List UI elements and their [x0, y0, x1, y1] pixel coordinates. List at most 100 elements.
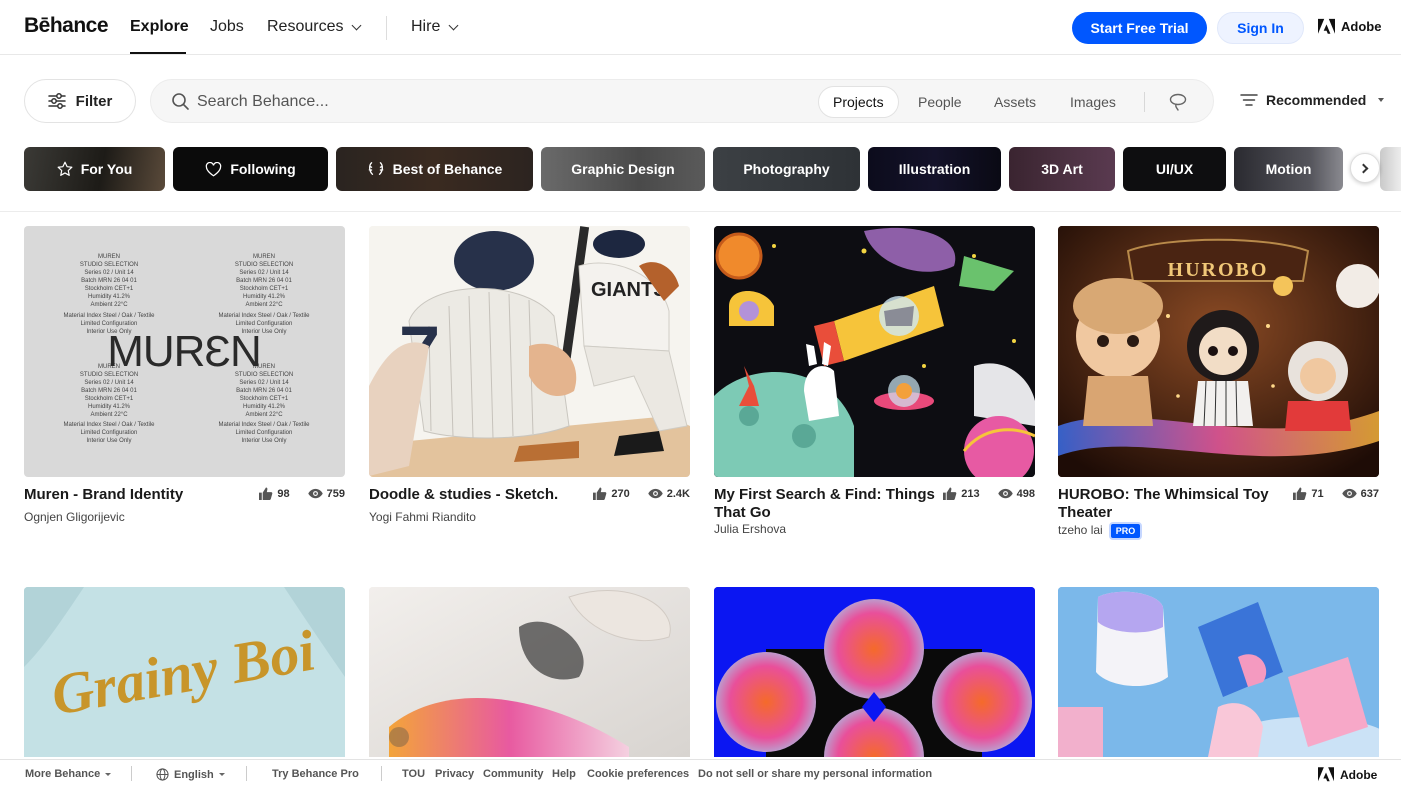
lasso-search-icon[interactable] [1168, 92, 1188, 112]
category-graphic-design[interactable]: Graphic Design [541, 147, 705, 191]
footer-link-privacy[interactable]: Privacy [435, 768, 474, 780]
nav-jobs[interactable]: Jobs [210, 18, 244, 36]
sliders-icon [47, 93, 66, 109]
category-3d-art[interactable]: 3D Art [1009, 147, 1115, 191]
category-for-you[interactable]: For You [24, 147, 165, 191]
start-free-trial-button[interactable]: Start Free Trial [1072, 12, 1207, 44]
project-author-name: tzeho lai [1058, 523, 1103, 538]
nav-divider [386, 16, 387, 40]
category-label: UI/UX [1155, 161, 1194, 177]
category-label: For You [80, 161, 133, 177]
muren-block-line: Interior Use Only [86, 438, 131, 444]
tab-people[interactable]: People [904, 86, 976, 118]
footer-link-help[interactable]: Help [552, 768, 576, 780]
search-divider [1144, 92, 1145, 112]
category-best-of-behance[interactable]: Best of Behance [336, 147, 533, 191]
project-stats: 213 498 [942, 487, 1035, 500]
footer-more-behance[interactable]: More Behance [25, 768, 112, 780]
like-count: 71 [1311, 487, 1324, 500]
behance-logo[interactable]: Bēhance [24, 14, 109, 38]
project-title[interactable]: Muren - Brand Identity [24, 486, 183, 504]
project-stats: 71 637 [1292, 487, 1379, 500]
project-author[interactable]: tzeho lai PRO [1058, 522, 1143, 540]
category-following[interactable]: Following [173, 147, 328, 191]
project-thumbnail[interactable]: 7 GIANTS [369, 226, 690, 477]
adobe-link[interactable]: Adobe [1318, 18, 1381, 35]
muren-block-line: Batch MRN 26 04 01 [81, 388, 137, 394]
footer-link-tou[interactable]: TOU [402, 768, 425, 780]
grainy-boi-shirt: Grainy Boi [24, 587, 345, 757]
muren-block-line: Series 02 / Unit 14 [239, 380, 289, 386]
nav-explore[interactable]: Explore [130, 18, 189, 36]
muren-block-line: Material Index Steel / Oak / Textile [219, 313, 311, 319]
tab-images[interactable]: Images [1056, 86, 1130, 118]
abstract-3d-render [369, 587, 690, 757]
view-count: 498 [1016, 487, 1035, 500]
top-navigation: Bēhance Explore Jobs Resources Hire Star… [0, 0, 1401, 55]
globe-icon [156, 768, 169, 781]
muren-block-line: Series 02 / Unit 14 [84, 380, 134, 386]
project-thumbnail[interactable] [1058, 587, 1379, 757]
muren-block-line: STUDIO SELECTION [235, 262, 293, 268]
footer-adobe-link[interactable]: Adobe [1318, 767, 1377, 782]
project-thumbnail[interactable]: HUROBO [1058, 226, 1379, 477]
project-title[interactable]: My First Search & Find: Things That Go [714, 486, 935, 522]
muren-block-line: STUDIO SELECTION [80, 262, 138, 268]
project-thumbnail[interactable]: Grainy Boi [24, 587, 345, 757]
project-card[interactable]: HUROBO HUROBO: The Whimsical Toy Theater… [1058, 226, 1379, 540]
category-illustration[interactable]: Illustration [868, 147, 1001, 191]
project-card[interactable]: My First Search & Find: Things That Go J… [714, 226, 1035, 536]
footer-link-community[interactable]: Community [483, 768, 544, 780]
footer-language-selector[interactable]: English [156, 768, 225, 781]
category-label: Illustration [898, 161, 971, 177]
footer-try-pro[interactable]: Try Behance Pro [272, 768, 359, 780]
muren-block-line: Humidity 41.2% [243, 294, 286, 300]
nav-resources-label: Resources [267, 18, 344, 35]
project-title[interactable]: Doodle & studies - Sketch. [369, 486, 558, 504]
project-author[interactable]: Julia Ershova [714, 522, 786, 536]
muren-block-line: Stockholm CET+1 [85, 286, 134, 292]
laurel-icon [368, 162, 383, 175]
project-thumbnail[interactable]: MUREN STUDIO SELECTION Series 02 / Unit … [24, 226, 345, 477]
project-thumbnail[interactable] [369, 587, 690, 757]
project-card[interactable]: 7 GIANTS Doodle & studies - Sketch. Yogi… [369, 226, 690, 524]
project-author[interactable]: Ognjen Gligorijevic [24, 510, 125, 524]
nav-hire[interactable]: Hire [411, 18, 459, 36]
muren-block-line: Series 02 / Unit 14 [239, 270, 289, 276]
caret-down-icon [218, 773, 225, 776]
category-photography[interactable]: Photography [713, 147, 860, 191]
muren-block-line: Stockholm CET+1 [85, 396, 134, 402]
muren-block-line: Ambient 22°C [90, 412, 128, 418]
footer-link-cookie-preferences[interactable]: Cookie preferences [587, 768, 689, 780]
active-nav-indicator [130, 52, 186, 54]
tab-projects[interactable]: Projects [818, 86, 899, 118]
thumbs-up-icon [943, 487, 957, 500]
category-ui-ux[interactable]: UI/UX [1123, 147, 1226, 191]
muren-block-line: Ambient 22°C [245, 302, 283, 308]
project-title[interactable]: HUROBO: The Whimsical Toy Theater [1058, 486, 1269, 522]
muren-block-line: Batch MRN 26 04 01 [236, 278, 292, 284]
adobe-icon [1318, 18, 1335, 34]
footer-link-do-not-sell[interactable]: Do not sell or share my personal informa… [698, 768, 932, 780]
category-scroll-next-button[interactable] [1350, 153, 1380, 183]
muren-block-line: MUREN [98, 254, 120, 260]
project-stats: 270 2.4K [592, 487, 690, 500]
muren-wordmark: MURƐN [107, 327, 261, 376]
nav-resources[interactable]: Resources [267, 18, 362, 36]
sort-dropdown[interactable]: Recommended [1240, 92, 1385, 108]
like-count: 98 [277, 487, 290, 500]
project-card[interactable]: MUREN STUDIO SELECTION Series 02 / Unit … [24, 226, 345, 524]
search-input[interactable] [197, 90, 717, 114]
sign-in-button[interactable]: Sign In [1217, 12, 1304, 44]
project-thumbnail[interactable] [714, 587, 1035, 757]
filter-button[interactable]: Filter [24, 79, 136, 123]
caret-down-icon [105, 772, 112, 776]
tab-assets[interactable]: Assets [980, 86, 1050, 118]
heart-icon [206, 161, 222, 176]
project-thumbnail[interactable] [714, 226, 1035, 477]
chevron-down-icon [448, 20, 459, 30]
category-motion[interactable]: Motion [1234, 147, 1343, 191]
view-count: 759 [326, 487, 345, 500]
thumbs-up-icon [1293, 487, 1307, 500]
project-author[interactable]: Yogi Fahmi Riandito [369, 510, 476, 524]
